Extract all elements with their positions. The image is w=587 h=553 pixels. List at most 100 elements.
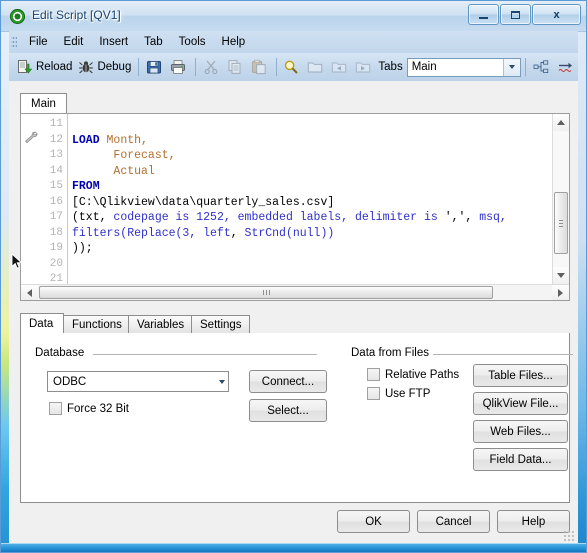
- menu-grip-handle[interactable]: [11, 35, 17, 49]
- lower-tab-settings[interactable]: Settings: [191, 315, 250, 333]
- copy-button[interactable]: [224, 56, 248, 78]
- horizontal-scroll-thumb[interactable]: [39, 286, 493, 299]
- menu-file[interactable]: File: [21, 34, 56, 50]
- relative-paths-checkbox-row[interactable]: Relative Paths: [367, 368, 459, 381]
- editor-line-number: 20: [49, 257, 63, 270]
- debug-label: Debug: [97, 61, 132, 73]
- scroll-up-button[interactable]: [553, 114, 569, 131]
- field-data-button[interactable]: Field Data...: [473, 448, 568, 471]
- editor-code-line: [72, 257, 551, 273]
- paste-button[interactable]: [248, 56, 272, 78]
- web-files-button[interactable]: Web Files...: [473, 420, 568, 443]
- scroll-down-button[interactable]: [553, 267, 569, 284]
- window-edge-bottom: [1, 543, 586, 552]
- find-button[interactable]: [280, 56, 304, 78]
- chevron-down-icon[interactable]: [219, 372, 225, 391]
- editor-line-number: 18: [49, 226, 63, 239]
- print-button[interactable]: [167, 56, 191, 78]
- editor-vertical-scrollbar[interactable]: [552, 114, 569, 284]
- relative-paths-checkbox[interactable]: [367, 368, 380, 381]
- editor-line-number: 16: [49, 195, 63, 208]
- select-button-label: Select...: [267, 404, 309, 417]
- scroll-right-button[interactable]: [552, 285, 569, 300]
- window-edge-right: [578, 30, 586, 552]
- tabs-combobox[interactable]: Main: [406, 57, 522, 77]
- title-bar: Edit Script [QV1] x: [1, 1, 586, 32]
- debug-button[interactable]: Debug: [75, 56, 134, 78]
- menu-edit[interactable]: Edit: [56, 34, 92, 50]
- editor-line-number: 12: [49, 133, 63, 146]
- script-tab-main[interactable]: Main: [20, 93, 67, 114]
- editor-gutter: [21, 114, 41, 300]
- code-token: filters(Replace(3,: [72, 226, 204, 240]
- menu-insert[interactable]: Insert: [91, 34, 136, 50]
- open-folder-button[interactable]: [304, 56, 328, 78]
- force-32-bit-checkbox[interactable]: [49, 402, 62, 415]
- toolbar-separator-3: [275, 58, 277, 76]
- save-button[interactable]: [143, 56, 167, 78]
- select-button[interactable]: Select...: [249, 399, 327, 422]
- reload-button[interactable]: Reload: [14, 56, 75, 78]
- ok-button[interactable]: OK: [337, 510, 410, 533]
- toolbar-separator-1: [138, 58, 140, 76]
- force-32-bit-checkbox-row[interactable]: Force 32 Bit: [49, 402, 129, 415]
- dialog-button-row: OK Cancel Help: [330, 510, 570, 533]
- table-viewer-button[interactable]: [530, 56, 554, 78]
- back-arrow-icon: [331, 59, 347, 75]
- data-from-files-group-line: [433, 354, 573, 355]
- table-files-button[interactable]: Table Files...: [473, 364, 568, 387]
- folder-icon: [307, 59, 323, 75]
- editor-line-number: 17: [49, 211, 63, 223]
- menu-tab[interactable]: Tab: [136, 34, 171, 50]
- script-tab-strip: Main: [20, 93, 570, 114]
- cancel-button-label: Cancel: [435, 515, 472, 528]
- lower-tab-functions[interactable]: Functions: [63, 315, 129, 333]
- menu-tools[interactable]: Tools: [171, 34, 214, 50]
- editor-line-number: 14: [49, 164, 63, 177]
- close-button[interactable]: x: [532, 4, 581, 25]
- editor-code-content[interactable]: LOAD Month, Forecast, Actual FROM [C:\Qlik…: [72, 117, 551, 284]
- maximize-button[interactable]: [500, 4, 531, 25]
- force-32-bit-label: Force 32 Bit: [67, 402, 129, 415]
- back-button[interactable]: [328, 56, 352, 78]
- menu-help[interactable]: Help: [214, 34, 254, 50]
- scroll-left-button[interactable]: [21, 285, 38, 300]
- editor-line-number: 11: [49, 118, 63, 130]
- editor-code-line: Actual: [72, 164, 551, 180]
- database-type-combobox[interactable]: ODBC: [47, 371, 229, 392]
- wrench-icon: [24, 131, 38, 144]
- database-type-value: ODBC: [53, 375, 87, 388]
- forward-button[interactable]: [352, 56, 376, 78]
- use-ftp-checkbox[interactable]: [367, 387, 380, 400]
- connect-button[interactable]: Connect...: [249, 370, 327, 393]
- search-icon: [283, 59, 299, 75]
- data-from-files-group-label: Data from Files: [351, 347, 433, 359]
- syntax-check-button[interactable]: [554, 56, 578, 78]
- editor-line-number: 15: [49, 180, 63, 192]
- lower-tab-strip: Data Functions Variables Settings: [20, 313, 570, 333]
- use-ftp-label: Use FTP: [385, 387, 431, 400]
- close-icon: x: [553, 8, 560, 21]
- editor-code-line: Forecast,: [72, 148, 551, 164]
- window-edge-left: [1, 30, 9, 552]
- code-token: ',',: [444, 211, 480, 224]
- vertical-scroll-thumb[interactable]: [554, 192, 568, 254]
- lower-tab-data[interactable]: Data: [20, 313, 64, 333]
- toolbar: Reload Debug Tabs Main: [9, 53, 578, 81]
- cut-button[interactable]: [200, 56, 224, 78]
- editor-horizontal-scrollbar[interactable]: [21, 284, 569, 300]
- lower-tab-variables[interactable]: Variables: [128, 315, 192, 333]
- help-button[interactable]: Help: [497, 510, 570, 533]
- minimize-icon: [469, 5, 498, 24]
- qlikview-file-button[interactable]: QlikView File...: [473, 392, 568, 415]
- code-token: (txt,: [72, 211, 114, 224]
- resize-grip[interactable]: [563, 530, 575, 542]
- chevron-down-icon[interactable]: [503, 58, 521, 76]
- script-editor[interactable]: 11 12 13 14 15 16 17 18 19 20 21 LOAD Month, Forec…: [20, 113, 570, 301]
- use-ftp-checkbox-row[interactable]: Use FTP: [367, 387, 430, 400]
- ok-button-label: OK: [365, 515, 382, 528]
- minimize-button[interactable]: [468, 4, 499, 25]
- edit-script-window: Edit Script [QV1] x File Edit Insert Tab…: [0, 0, 587, 553]
- cancel-button[interactable]: Cancel: [417, 510, 490, 533]
